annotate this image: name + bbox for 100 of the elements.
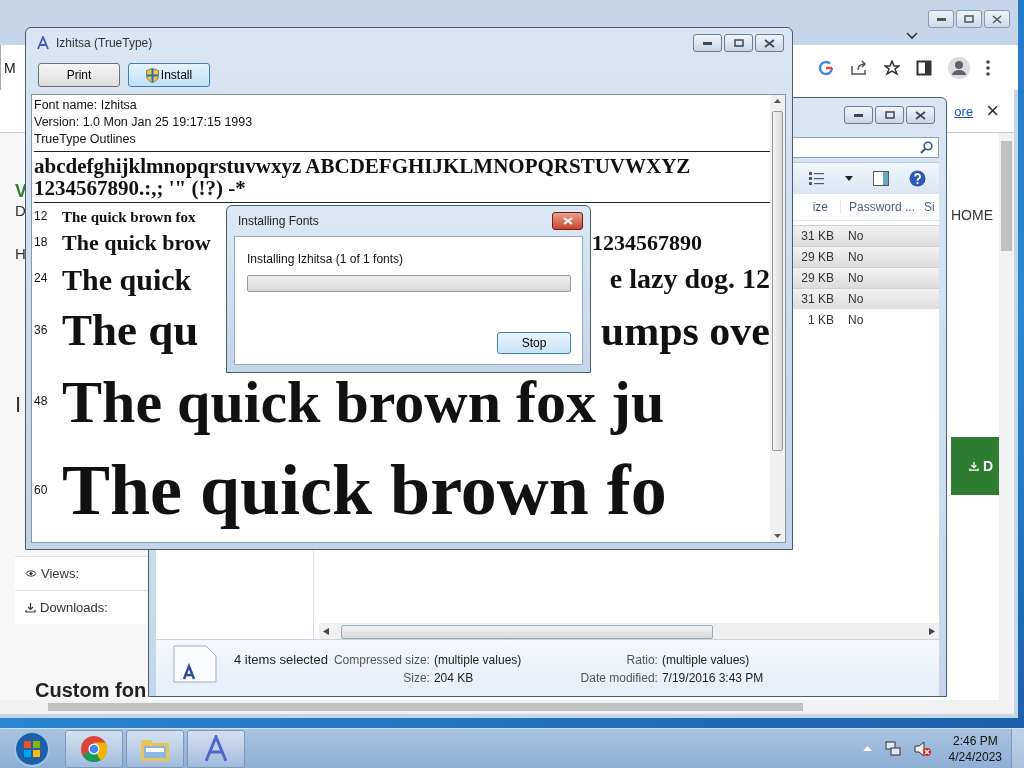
table-cell-text: No xyxy=(847,250,865,264)
font-info-text: Version: 1.0 Mon Jan 25 19:17:15 1993 xyxy=(34,114,253,131)
table-cell-text: 29 KB xyxy=(800,271,835,285)
page-text: D xyxy=(15,202,26,219)
minimize-icon xyxy=(703,41,712,45)
print-button[interactable]: Print xyxy=(38,63,120,87)
download-icon xyxy=(25,602,36,613)
close-icon xyxy=(764,38,775,48)
table-cell-text: 31 KB xyxy=(800,292,835,306)
toolbar-text: M xyxy=(4,59,16,76)
sample-text: The quick brown fox ju xyxy=(62,369,665,435)
font-size-label: 18 xyxy=(34,236,49,250)
right-arrow-icon[interactable] xyxy=(929,627,935,635)
detail-value: 204 KB xyxy=(433,671,475,685)
eye-icon xyxy=(25,569,37,578)
table-cell-text: 29 KB xyxy=(800,250,835,264)
google-icon[interactable] xyxy=(818,59,834,76)
close-button[interactable] xyxy=(906,106,935,124)
minimize-button[interactable] xyxy=(844,106,873,124)
view-list-icon[interactable] xyxy=(809,171,825,186)
search-field[interactable] xyxy=(792,136,939,158)
scrollbar[interactable] xyxy=(0,700,1014,714)
close-icon xyxy=(915,110,926,120)
table-cell-text: 1 KB xyxy=(807,312,835,327)
detail-label: Compressed size: xyxy=(332,653,430,667)
stop-button[interactable]: Stop xyxy=(497,332,571,354)
dialog-title: Installing Fonts xyxy=(238,214,319,228)
minimize-button[interactable] xyxy=(693,34,722,52)
font-file-icon xyxy=(172,645,218,683)
table-cell-text: No xyxy=(847,271,865,285)
sample-text: e lazy dog. 12 xyxy=(609,263,770,295)
maximize-button[interactable] xyxy=(875,106,904,124)
scrollbar[interactable] xyxy=(319,623,939,639)
column-header[interactable]: Password ... xyxy=(840,200,924,214)
font-size-label: 12 xyxy=(34,210,49,224)
side-panel-icon[interactable] xyxy=(916,59,932,76)
font-info-text: Font name: Izhitsa xyxy=(34,97,137,114)
page-text: I xyxy=(15,392,22,418)
nav-link[interactable]: HOME xyxy=(951,207,993,223)
left-arrow-icon[interactable] xyxy=(323,627,329,635)
selection-count: 4 items selected xyxy=(234,652,328,667)
close-button[interactable] xyxy=(755,34,784,52)
infobar-link[interactable]: ore xyxy=(954,103,974,119)
font-size-label: 48 xyxy=(34,395,49,409)
profile-icon[interactable] xyxy=(948,56,970,79)
close-icon xyxy=(992,14,1002,24)
menu-icon[interactable] xyxy=(986,59,990,76)
taskbar-app-button[interactable] xyxy=(126,729,184,768)
help-icon[interactable] xyxy=(909,170,926,187)
column-header[interactable]: Si xyxy=(924,200,939,214)
sample-text: The quick brown fox xyxy=(62,208,196,226)
install-button[interactable]: Install xyxy=(128,63,210,87)
minimize-icon xyxy=(936,17,946,21)
taskbar-app-button[interactable] xyxy=(187,729,245,768)
detail-label: Date modified: xyxy=(579,671,658,685)
font-info-text: TrueType Outlines xyxy=(34,131,136,148)
section-heading: Custom fon xyxy=(34,680,148,700)
caret-icon[interactable] xyxy=(845,176,853,181)
sample-text: The quick brow xyxy=(62,230,211,256)
detail-value: (multiple values) xyxy=(433,653,523,667)
down-arrow-icon[interactable] xyxy=(774,534,781,538)
column-header[interactable]: ize xyxy=(812,200,834,214)
shield-icon xyxy=(145,67,159,83)
maximize-icon xyxy=(964,15,974,23)
minimize-icon xyxy=(854,113,863,117)
scrollbar[interactable] xyxy=(999,133,1014,700)
close-button[interactable]: × xyxy=(984,98,1001,124)
sample-text: The quick brown fo xyxy=(62,451,667,531)
scrollbar[interactable] xyxy=(770,95,785,542)
window-title: Izhitsa (TrueType) xyxy=(56,36,153,50)
table-cell-text: 31 KB xyxy=(800,229,835,243)
detail-value: (multiple values) xyxy=(661,653,751,667)
clock[interactable]: 2:46 PM 4/24/2023 xyxy=(948,732,1002,765)
detail-value: 7/19/2016 3:43 PM xyxy=(661,671,764,685)
stat-label: Views: xyxy=(41,566,80,581)
share-icon[interactable] xyxy=(850,59,868,76)
maximize-icon xyxy=(733,39,744,47)
download-button[interactable]: D xyxy=(951,437,999,495)
chrome-icon xyxy=(80,734,108,763)
maximize-button[interactable] xyxy=(724,34,753,52)
up-arrow-icon[interactable] xyxy=(774,99,781,103)
download-icon xyxy=(969,460,979,472)
character-set-text: 1234567890.:,; '" (!?) -* xyxy=(34,177,246,199)
close-button[interactable] xyxy=(984,10,1010,28)
star-icon[interactable] xyxy=(884,59,900,76)
close-button[interactable] xyxy=(552,212,583,230)
speaker-muted-icon[interactable] xyxy=(913,740,932,757)
table-cell-text: No xyxy=(847,312,865,327)
maximize-button[interactable] xyxy=(956,10,982,28)
preview-pane-icon[interactable] xyxy=(873,171,889,186)
minimize-button[interactable] xyxy=(928,10,954,28)
sample-text: 1234567890 xyxy=(592,230,702,256)
detail-label: Ratio: xyxy=(625,653,658,667)
network-icon[interactable] xyxy=(884,740,901,757)
taskbar-app-button[interactable] xyxy=(65,729,123,768)
chevron-icon[interactable] xyxy=(906,32,918,40)
table-cell-text: No xyxy=(847,292,865,306)
start-button[interactable] xyxy=(12,728,52,768)
sample-text: The qu xyxy=(62,306,199,356)
detail-label: Size: xyxy=(402,671,430,685)
